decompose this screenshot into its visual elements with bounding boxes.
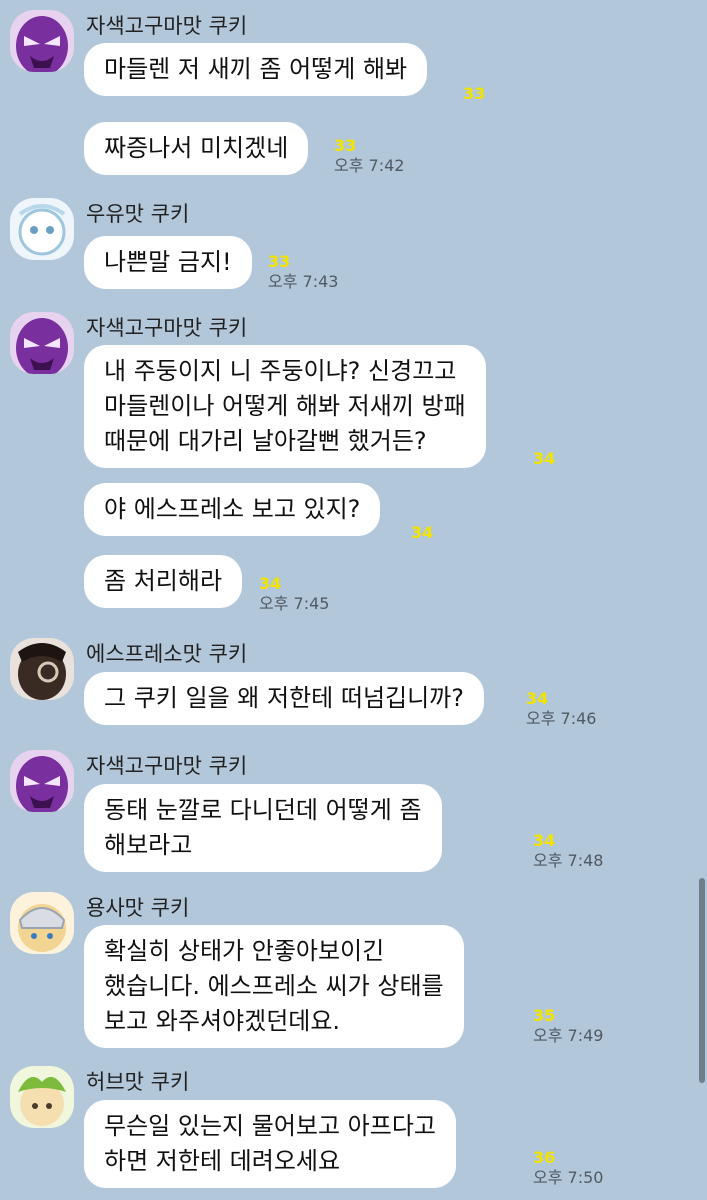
sender-name: 에스프레소맛 쿠키 xyxy=(86,642,248,666)
message-bubble[interactable]: 짜증나서 미치겠네 xyxy=(84,122,309,175)
message-time: 오후 7:50 xyxy=(533,1168,604,1187)
message-meta: 33 오후 7:43 xyxy=(268,253,338,293)
message-bubble[interactable]: 동태 눈깔로 다니던데 어떻게 좀 해보라고 xyxy=(84,784,442,872)
message-time: 오후 7:46 xyxy=(526,709,597,728)
message-time: 오후 7:49 xyxy=(533,1026,604,1045)
sender-name: 자색고구마맛 쿠키 xyxy=(86,754,248,778)
message-meta: 35 오후 7:49 xyxy=(533,1007,603,1047)
sender-name: 용사맛 쿠키 xyxy=(86,896,190,920)
message-time: 오후 7:42 xyxy=(334,156,405,175)
message-bubble[interactable]: 무슨일 있는지 물어보고 아프다고 하면 저한테 데려오세요 xyxy=(84,1100,457,1188)
message-meta: 34 xyxy=(411,524,433,542)
knight-cookie-avatar[interactable] xyxy=(10,892,74,954)
message-meta: 34 오후 7:45 xyxy=(259,575,329,615)
message-bubble[interactable]: 마들렌 저 새끼 좀 어떻게 해봐 xyxy=(84,43,428,96)
message-meta: 34 오후 7:48 xyxy=(533,832,603,872)
espresso-cookie-avatar[interactable] xyxy=(10,638,74,700)
message-bubble[interactable]: 나쁜말 금지! xyxy=(84,236,252,289)
unread-count: 33 xyxy=(268,252,291,271)
unread-count: 34 xyxy=(533,449,556,468)
herb-cookie-avatar[interactable] xyxy=(10,1066,74,1128)
unread-count: 36 xyxy=(533,1148,556,1167)
sender-name: 자색고구마맛 쿠키 xyxy=(86,316,248,340)
purple-yam-cookie-avatar[interactable] xyxy=(10,312,74,374)
unread-count: 33 xyxy=(463,84,486,103)
message-time: 오후 7:45 xyxy=(259,594,330,613)
unread-count: 34 xyxy=(411,523,434,542)
unread-count: 33 xyxy=(334,136,357,155)
message-meta: 36 오후 7:50 xyxy=(533,1149,603,1189)
message-meta: 33 오후 7:42 xyxy=(334,137,404,177)
message-meta: 34 오후 7:46 xyxy=(526,690,596,730)
unread-count: 35 xyxy=(533,1006,556,1025)
unread-count: 34 xyxy=(533,831,556,850)
message-time: 오후 7:43 xyxy=(268,272,339,291)
milk-cookie-avatar[interactable] xyxy=(10,198,74,260)
message-bubble[interactable]: 내 주둥이지 니 주둥이냐? 신경끄고 마들렌이나 어떻게 해봐 저새끼 방패 … xyxy=(84,345,486,468)
message-time: 오후 7:48 xyxy=(533,851,604,870)
scrollbar[interactable] xyxy=(699,878,705,1083)
message-meta: 33 xyxy=(463,85,485,103)
sender-name: 우유맛 쿠키 xyxy=(86,202,190,226)
unread-count: 34 xyxy=(259,574,282,593)
message-bubble[interactable]: 그 쿠키 일을 왜 저한테 떠넘깁니까? xyxy=(84,672,485,725)
purple-yam-cookie-avatar[interactable] xyxy=(10,750,74,812)
message-meta: 34 xyxy=(533,450,555,468)
message-bubble[interactable]: 야 에스프레소 보고 있지? xyxy=(84,483,381,536)
message-bubble[interactable]: 확실히 상태가 안좋아보이긴 했습니다. 에스프레소 씨가 상태를 보고 와주셔… xyxy=(84,925,464,1048)
message-bubble[interactable]: 좀 처리해라 xyxy=(84,555,243,608)
unread-count: 34 xyxy=(526,689,549,708)
sender-name: 자색고구마맛 쿠키 xyxy=(86,14,248,38)
sender-name: 허브맛 쿠키 xyxy=(86,1070,190,1094)
purple-yam-cookie-avatar[interactable] xyxy=(10,10,74,72)
